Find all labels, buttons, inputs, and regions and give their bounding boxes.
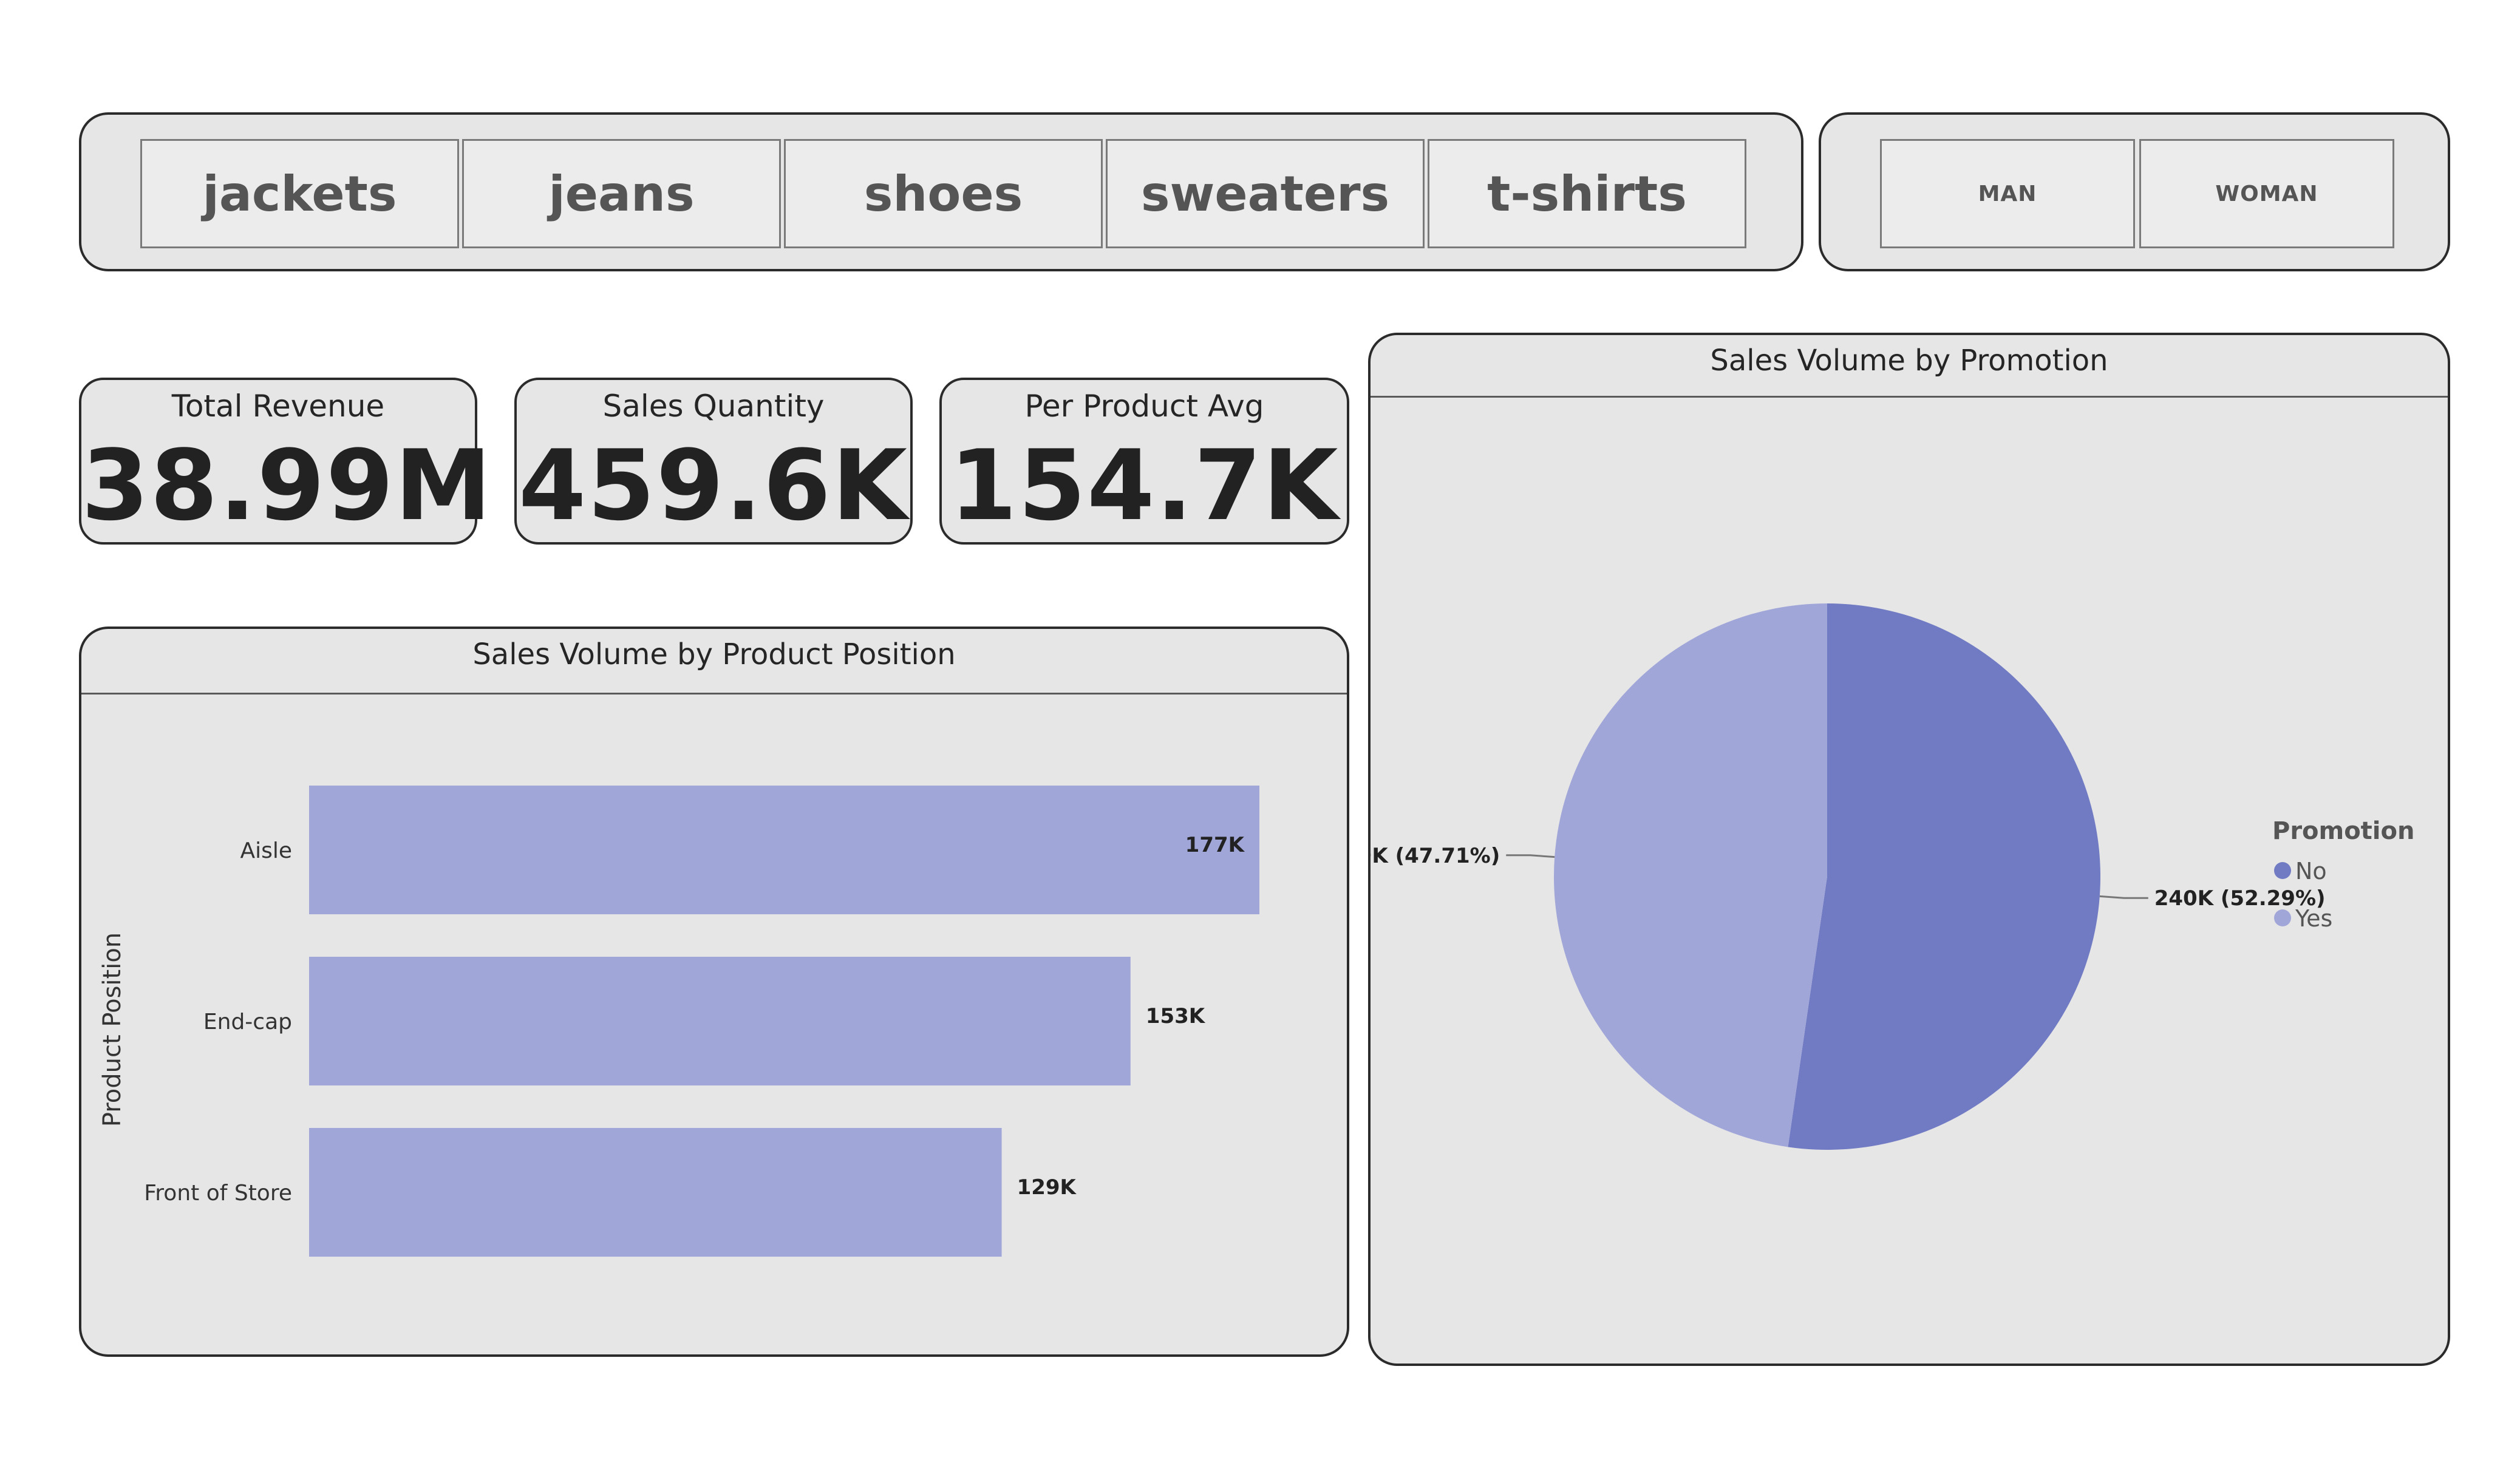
bar-end-cap[interactable]	[309, 957, 1131, 1085]
slicer-item-jeans[interactable]: jeans	[462, 139, 781, 248]
data-label: 153K	[1146, 1004, 1206, 1028]
kpi-value: 154.7K	[949, 429, 1340, 542]
bar-aisle[interactable]	[309, 786, 1259, 914]
legend-title: Promotion	[2272, 817, 2414, 845]
data-label: 177K	[1185, 833, 1245, 857]
kpi-card-per-product-avg: Per Product Avg 154.7K	[939, 378, 1349, 545]
pie-chart-panel: Sales Volume by Promotion 240K (52.29%)2…	[1368, 333, 2450, 1366]
legend-marker-yes	[2274, 909, 2291, 926]
kpi-value: 38.99M	[81, 429, 493, 542]
slicer-item-jackets[interactable]: jackets	[140, 139, 459, 248]
legend-marker-no	[2274, 862, 2291, 879]
gender-slicer: MAN WOMAN	[1819, 112, 2450, 271]
legend: Promotion No Yes	[2272, 817, 2414, 932]
slicer-item-shoes[interactable]: shoes	[784, 139, 1103, 248]
kpi-value: 459.6K	[518, 429, 909, 542]
kpi-label: Sales Quantity	[602, 389, 825, 424]
slicer-item-sweaters[interactable]: sweaters	[1106, 139, 1425, 248]
slicer-item-t-shirts[interactable]: t-shirts	[1428, 139, 1746, 248]
category-label: Front of Store	[144, 1181, 292, 1206]
pie-chart: 240K (52.29%)219K (47.71%) Promotion No …	[1371, 603, 2414, 1150]
bar-front-of-store[interactable]	[309, 1128, 1002, 1257]
slice-label: 219K (47.71%)	[1371, 844, 1500, 868]
bar-chart-panel: Sales Volume by Product Position Product…	[79, 627, 1349, 1357]
kpi-label: Total Revenue	[171, 389, 385, 424]
bar-chart: Product Position Aisle 177K End-cap 153K Fro…	[98, 786, 1259, 1257]
category-label: End-cap	[203, 1010, 292, 1034]
pie-slice-no[interactable]	[1788, 603, 2101, 1150]
category-label: Aisle	[240, 838, 292, 863]
category-slicer: jackets jeans shoes sweaters t-shirts	[79, 112, 1803, 271]
y-axis-label: Product Position	[98, 932, 126, 1127]
leader-line	[2099, 895, 2148, 899]
slicer-item-woman[interactable]: WOMAN	[2139, 139, 2394, 248]
legend-label-yes: Yes	[2295, 905, 2332, 932]
kpi-card-sales-quantity: Sales Quantity 459.6K	[514, 378, 913, 545]
legend-label-no: No	[2295, 858, 2327, 885]
leader-line	[1506, 854, 1555, 858]
kpi-card-total-revenue: Total Revenue 38.99M	[79, 378, 493, 545]
kpi-label: Per Product Avg	[1024, 389, 1264, 424]
pie-slice-yes[interactable]	[1554, 603, 1827, 1147]
data-label: 129K	[1017, 1175, 1077, 1200]
slicer-item-man[interactable]: MAN	[1880, 139, 2135, 248]
